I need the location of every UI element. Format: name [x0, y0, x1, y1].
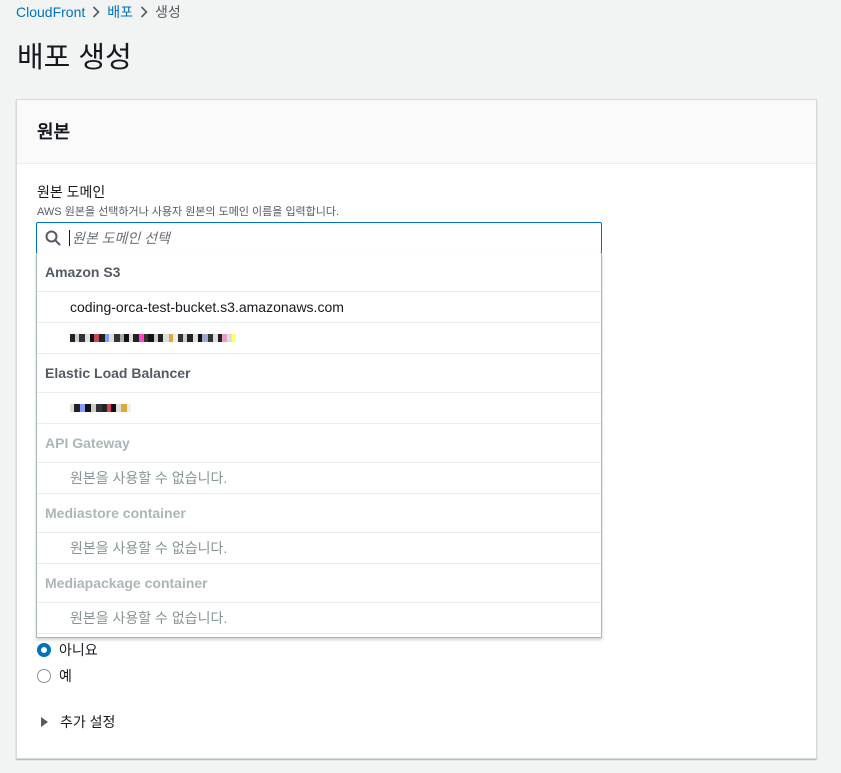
origin-domain-label: 원본 도메인: [37, 184, 106, 200]
origin-domain-description: AWS 원본을 선택하거나 사용자 원본의 도메인 이름을 입력합니다.: [37, 206, 340, 218]
radio-button-checked[interactable]: [37, 643, 51, 657]
option-elb-redacted[interactable]: [37, 393, 601, 424]
origin-panel: 원본 원본 도메인 AWS 원본을 선택하거나 사용자 원본의 도메인 이름을 …: [16, 99, 817, 759]
radio-yes[interactable]: 예: [37, 666, 72, 686]
radio-yes-label: 예: [59, 668, 72, 684]
group-mediapackage: Mediapackage container: [37, 564, 601, 603]
group-mediastore: Mediastore container: [37, 494, 601, 533]
caret-right-icon: [41, 717, 48, 727]
origin-domain-input[interactable]: [72, 230, 601, 246]
group-api-gateway: API Gateway: [37, 424, 601, 463]
breadcrumb-current: 생성: [155, 4, 181, 20]
option-mediastore-unavailable: 원본을 사용할 수 없습니다.: [37, 533, 601, 564]
chevron-right-icon: [133, 6, 155, 18]
option-s3-bucket[interactable]: coding-orca-test-bucket.s3.amazonaws.com: [37, 292, 601, 323]
option-s3-bucket-redacted[interactable]: [37, 323, 601, 354]
option-api-gateway-unavailable: 원본을 사용할 수 없습니다.: [37, 463, 601, 494]
breadcrumb-cloudfront[interactable]: CloudFront: [16, 4, 85, 20]
panel-header: 원본: [17, 100, 816, 164]
origin-domain-select[interactable]: [36, 222, 602, 254]
radio-no-label: 아니요: [59, 642, 98, 658]
additional-settings-label: 추가 설정: [60, 714, 116, 730]
breadcrumb: CloudFront 배포 생성: [16, 3, 181, 21]
radio-button[interactable]: [37, 669, 51, 683]
page-title: 배포 생성: [17, 42, 132, 74]
option-mediapackage-unavailable: 원본을 사용할 수 없습니다.: [37, 603, 601, 634]
group-elastic-load-balancer: Elastic Load Balancer: [37, 354, 601, 393]
text-caret: [69, 230, 70, 246]
search-icon: [37, 230, 69, 246]
additional-settings-expander[interactable]: 추가 설정: [41, 712, 115, 732]
breadcrumb-distributions[interactable]: 배포: [107, 2, 133, 22]
redacted-text: [70, 403, 131, 413]
redacted-text: [70, 333, 236, 343]
origin-dropdown: Amazon S3 coding-orca-test-bucket.s3.ama…: [36, 253, 602, 638]
panel-title: 원본: [37, 122, 71, 142]
chevron-right-icon: [85, 6, 107, 18]
radio-no[interactable]: 아니요: [37, 640, 98, 660]
group-amazon-s3: Amazon S3: [37, 253, 601, 292]
